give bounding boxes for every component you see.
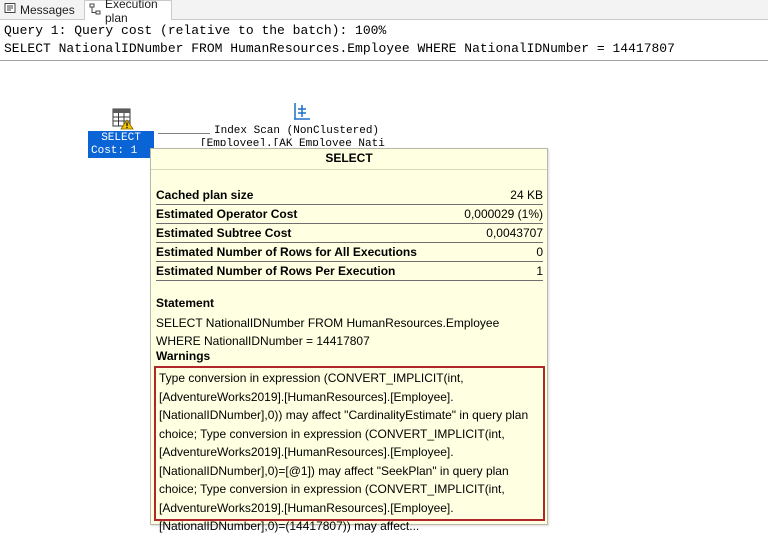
statement-heading: Statement: [156, 296, 215, 310]
prop-row-estimated-operator-cost: Estimated Operator Cost 0,000029 (1%): [156, 204, 543, 223]
query-sql-line: SELECT NationalIDNumber FROM HumanResour…: [4, 41, 675, 56]
tooltip-properties: Cached plan size 24 KB Estimated Operato…: [156, 186, 543, 281]
query-cost-line: Query 1: Query cost (relative to the bat…: [4, 23, 387, 38]
statement-text: SELECT NationalIDNumber FROM HumanResour…: [156, 316, 500, 348]
results-tab-bar: Messages Execution plan: [0, 0, 768, 25]
tooltip-title: SELECT: [325, 151, 373, 165]
prop-value: 24 KB: [510, 188, 543, 202]
select-node-label[interactable]: SELECT Cost: 1: [88, 131, 154, 158]
select-node-cost: Cost: 1: [91, 145, 138, 157]
prop-name: Cached plan size: [156, 188, 254, 202]
prop-value: 1: [536, 264, 543, 278]
prop-row-estimated-rows-all-executions: Estimated Number of Rows for All Executi…: [156, 242, 543, 261]
tooltip-title-divider: [151, 169, 547, 170]
prop-value: 0,000029 (1%): [464, 207, 543, 221]
prop-name: Estimated Number of Rows Per Execution: [156, 264, 396, 278]
execution-plan-icon: [89, 3, 101, 18]
index-scan-node-label[interactable]: Index Scan (NonClustered) [Employee].[AK…: [200, 125, 385, 146]
prop-value: 0: [536, 245, 543, 259]
prop-row-cached-plan-size: Cached plan size 24 KB: [156, 186, 543, 204]
messages-icon: [4, 2, 16, 17]
prop-row-estimated-subtree-cost: Estimated Subtree Cost 0,0043707: [156, 223, 543, 242]
plan-connector-arrow: [158, 133, 210, 134]
tab-execution-plan[interactable]: Execution plan: [84, 0, 172, 25]
prop-name: Estimated Number of Rows for All Executi…: [156, 245, 417, 259]
prop-value: 0,0043707: [486, 226, 543, 240]
tab-messages[interactable]: Messages: [0, 0, 82, 19]
tab-messages-label: Messages: [20, 2, 75, 17]
prop-row-estimated-rows-per-execution: Estimated Number of Rows Per Execution 1: [156, 261, 543, 281]
header-divider: [0, 60, 768, 61]
index-scan-subtitle: [Employee].[AK_Employee_Nati: [200, 138, 385, 146]
index-scan-icon[interactable]: [292, 102, 312, 122]
prop-name: Estimated Operator Cost: [156, 207, 298, 221]
tab-execution-plan-label: Execution plan: [105, 0, 158, 25]
select-operator-tooltip: SELECT Cached plan size 24 KB Estimated …: [150, 148, 548, 533]
select-node-title: SELECT: [101, 132, 141, 144]
prop-name: Estimated Subtree Cost: [156, 226, 292, 240]
warnings-heading: Warnings: [156, 349, 211, 363]
select-warning-icon[interactable]: [112, 108, 134, 130]
warnings-text: Type conversion in expression (CONVERT_I…: [154, 366, 545, 533]
index-scan-title: Index Scan (NonClustered): [214, 125, 380, 137]
